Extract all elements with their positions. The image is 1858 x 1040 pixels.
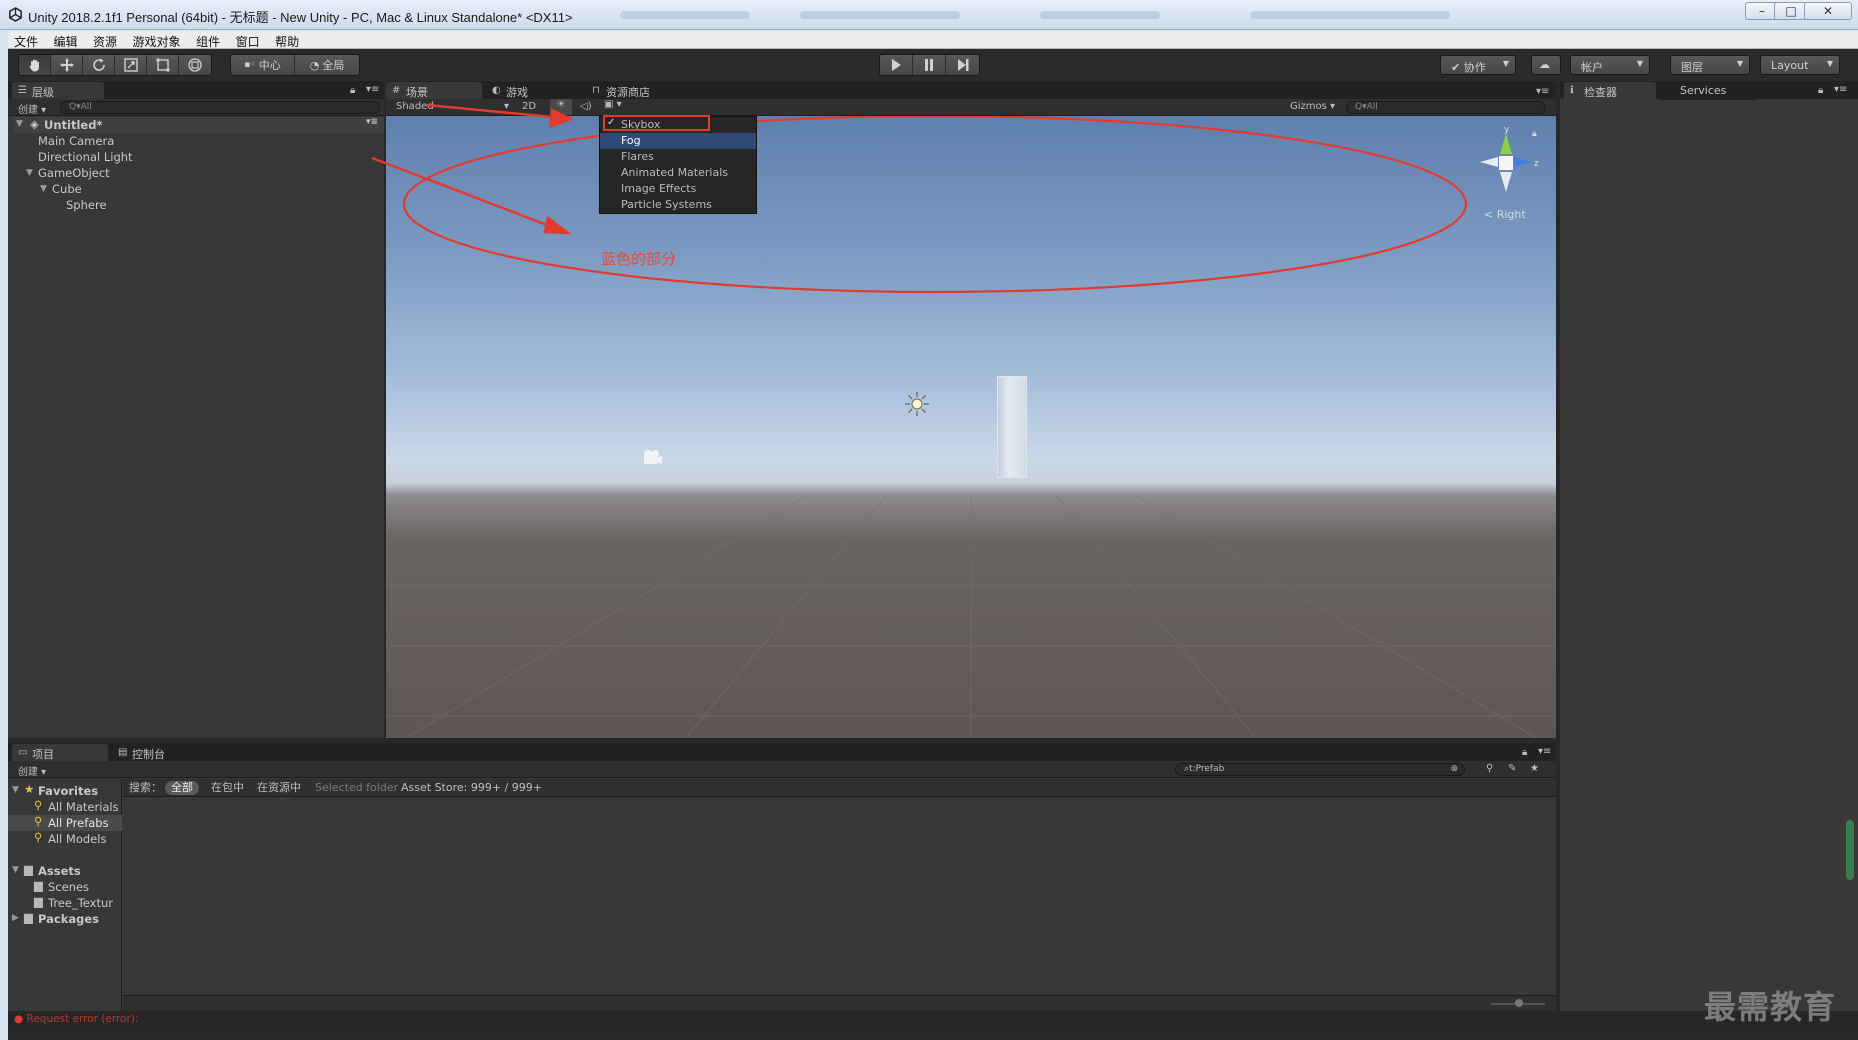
project-folder-tree: ▼ ★ Favorites ⚲ All Materials ⚲ All Pref… (8, 779, 122, 1011)
scope-assets-button[interactable]: 在资源中 (251, 781, 307, 795)
tab-inspector-label: 检查器 (1584, 86, 1617, 99)
folder-icon: ▆ (24, 862, 33, 876)
scope-all-button[interactable]: 全部 (165, 781, 199, 795)
project-search-input[interactable]: ⌕t:Prefab ⊗ (1175, 763, 1465, 776)
inspector-panel: ℹ 检查器 Services 🔒︎ ▾≡ (1560, 81, 1858, 1011)
tab-services[interactable]: Services (1660, 82, 1756, 100)
tab-console-label: 控制台 (132, 748, 165, 761)
menu-item-flares[interactable]: Flares (600, 149, 756, 165)
watermark: 最需教育 (1704, 988, 1837, 1026)
tab-project[interactable]: ▭ 项目 (12, 744, 108, 762)
project-tabstrip: ▭ 项目 ▤ 控制台 🔒︎ ▾≡ (8, 743, 1556, 762)
favorites-row[interactable]: ▼ ★ Favorites (12, 782, 122, 799)
skybox-highlight-box (603, 115, 710, 131)
filter-by-type-icon[interactable]: ⚲ (1486, 763, 1493, 774)
folder-icon: ▆ (24, 910, 33, 924)
assets-row[interactable]: ▼ ▆ Assets (12, 862, 122, 879)
assets-label: Assets (38, 864, 81, 878)
search-icon: ⚲ (34, 814, 43, 828)
scope-asset-store-button[interactable]: Asset Store: 999+ / 999+ (395, 781, 548, 795)
menu-item-fog-label: Fog (621, 134, 641, 147)
error-icon: ● (14, 1013, 24, 1025)
project-content: 搜索： 全部 在包中 在资源中 Selected folder Asset St… (123, 779, 1556, 1011)
tab-console[interactable]: ▤ 控制台 (112, 744, 208, 762)
expand-arrow-icon[interactable]: ▼ (12, 785, 19, 795)
favorite-all-models[interactable]: ⚲ All Models (8, 830, 122, 847)
project-search-value: t:Prefab (1189, 764, 1225, 774)
tab-services-label: Services (1680, 84, 1727, 97)
folder-scenes-label: Scenes (48, 880, 90, 894)
favorite-all-materials[interactable]: ⚲ All Materials (8, 798, 122, 815)
folder-tree-textures[interactable]: ▆ Tree_Textur (8, 895, 122, 911)
packages-label: Packages (38, 912, 99, 926)
scope-packages-button[interactable]: 在包中 (205, 781, 250, 795)
search-icon: ⚲ (34, 830, 43, 844)
folder-scenes[interactable]: ▆ Scenes (8, 878, 122, 895)
menu-item-image-effects[interactable]: Image Effects (600, 181, 756, 197)
search-scope-bar: 搜索： 全部 在包中 在资源中 Selected folder Asset St… (123, 779, 1556, 797)
search-scope-label: 搜索： (129, 781, 162, 794)
lock-icon[interactable]: 🔒︎ (1522, 747, 1527, 758)
slider-thumb[interactable] (1515, 999, 1523, 1007)
project-panel: ▭ 项目 ▤ 控制台 🔒︎ ▾≡ 创建 ▾ ⌕t:Prefab ⊗ ⚲ ✎ ★ … (8, 743, 1556, 1011)
filter-by-label-icon[interactable]: ✎ (1508, 763, 1516, 774)
error-text: Request error (error): (26, 1013, 139, 1025)
console-icon: ▤ (118, 747, 128, 758)
menu-item-animated-materials[interactable]: Animated Materials (600, 165, 756, 181)
favorite-star-icon[interactable]: ★ (1530, 763, 1539, 774)
create-label: 创建 (18, 767, 38, 778)
create-dropdown[interactable]: 创建 ▾ (18, 763, 46, 778)
tab-inspector[interactable]: ℹ 检查器 (1564, 82, 1656, 100)
panel-menu-icon[interactable]: ▾≡ (1538, 746, 1551, 757)
annotation-label: 蓝色的部分 (601, 250, 677, 268)
folder-tree-textures-label: Tree_Textur (48, 896, 113, 910)
tab-project-label: 项目 (32, 748, 54, 761)
collapse-arrow-icon[interactable]: ▶ (12, 913, 19, 923)
menu-item-particle-systems[interactable]: Particle Systems (600, 197, 756, 213)
folder-icon: ▆ (34, 895, 43, 908)
lock-icon[interactable]: 🔒︎ (1818, 85, 1823, 96)
inspector-tabstrip: ℹ 检查器 Services 🔒︎ ▾≡ (1560, 81, 1858, 100)
favorite-all-prefabs-label: All Prefabs (48, 816, 109, 830)
menu-item-fog[interactable]: Fog (600, 133, 756, 149)
favorite-all-models-label: All Models (48, 832, 107, 846)
project-toolbar: 创建 ▾ ⌕t:Prefab ⊗ ⚲ ✎ ★ (8, 761, 1556, 778)
favorite-all-materials-label: All Materials (48, 800, 119, 814)
clear-search-icon[interactable]: ⊗ (1450, 764, 1458, 775)
search-icon: ⚲ (34, 798, 43, 812)
folder-icon: ▭ (18, 747, 28, 758)
panel-menu-icon[interactable]: ▾≡ (1834, 84, 1847, 95)
scope-selected-folder-button[interactable]: Selected folder (309, 781, 404, 795)
info-icon: ℹ (1570, 85, 1574, 96)
favorites-label: Favorites (38, 784, 99, 798)
error-message[interactable]: ● Request error (error): (14, 1013, 138, 1025)
desktop-scroll-indicator (1846, 820, 1854, 880)
status-bar: ● Request error (error): (8, 1011, 1858, 1029)
folder-icon: ▆ (34, 878, 43, 892)
favorite-all-prefabs[interactable]: ⚲ All Prefabs (8, 814, 122, 831)
packages-row[interactable]: ▶ ▆ Packages (12, 910, 122, 927)
expand-arrow-icon[interactable]: ▼ (12, 865, 19, 875)
thumbnail-size-bar (123, 995, 1556, 1011)
star-icon: ★ (24, 782, 35, 796)
